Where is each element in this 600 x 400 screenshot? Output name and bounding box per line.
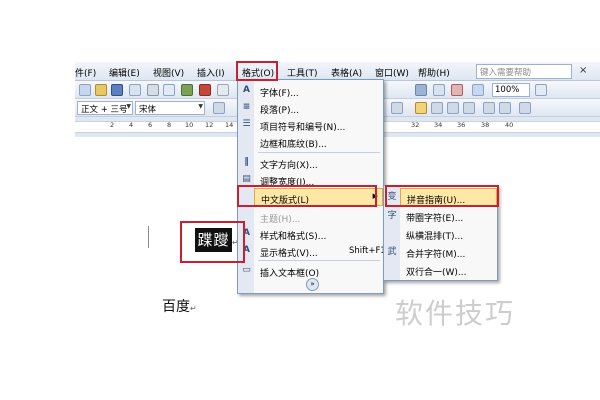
ruler-tick: 14 [225,121,234,129]
font-color-icon[interactable] [391,102,403,114]
style-value: 正文 + 三号 [81,105,128,115]
submenu-item-two-lines-in-one[interactable]: 双行合一(W)... [400,261,497,279]
menu-item-label: 项目符号和编号(N)... [260,123,346,133]
submenu-item-horizontal-in-vertical[interactable]: 纵横混排(T)... [400,225,497,243]
print-icon[interactable] [147,84,159,96]
indent-icon[interactable] [519,102,531,114]
zoom-select[interactable]: 100% [492,83,530,97]
annotation-box-asian-layout [237,185,377,207]
margin-mark [148,226,149,248]
menu-file[interactable]: 件(F) [75,66,96,79]
menu-item-bullets-numbering[interactable]: 项目符号和编号(N)... [254,116,383,134]
menu-item-label: 合并字符(M)... [406,250,466,260]
paragraph-icon: ≡ [242,102,251,112]
menu-item-theme: 主题(H)... [254,208,383,226]
shortcut-text: Shift+F1 [349,246,386,256]
menu-item-label: 文字方向(X)... [260,161,318,171]
help-icon[interactable] [535,84,547,96]
menu-item-label: 段落(P)... [260,106,300,116]
menu-view[interactable]: 视图(V) [153,66,184,79]
menu-item-reveal-formatting[interactable]: 显示格式(V)... Shift+F1 [254,242,386,260]
document-map-icon[interactable] [433,84,445,96]
annotation-box-selected-text [180,221,245,263]
show-hide-icon[interactable] [451,84,463,96]
paragraph-mark: ↵ [190,304,197,313]
menu-item-text-direction[interactable]: 文字方向(X)... [254,154,383,172]
annotation-box-phonetic-guide [385,185,499,207]
font-size-icon[interactable] [213,102,225,114]
text-direction-icon: ‖ [244,157,249,167]
chevron-down-icon: ▼ [126,103,131,110]
menu-item-label: 字体(F)... [260,89,299,99]
chevron-down-icon: ▼ [198,103,203,110]
align-right-icon[interactable] [447,102,459,114]
fit-text-icon: ▤ [242,174,251,184]
help-search-input[interactable]: 键入需要帮助 [476,64,572,79]
submenu-item-combine-characters[interactable]: 合并字符(M)... [400,243,497,261]
combine-characters-icon: 武 [387,247,397,257]
menu-item-borders-shading[interactable]: 边框和底纹(B)... [254,133,383,151]
ruler-tick: 38 [481,121,490,129]
print-preview-icon[interactable] [163,84,175,96]
font-select[interactable]: 宋体 ▼ [135,101,205,115]
menu-item-label: 显示格式(V)... [260,249,318,259]
menu-item-label: 边框和底纹(B)... [260,140,327,150]
spelling-icon[interactable] [181,84,193,96]
save-icon[interactable] [111,84,123,96]
menu-edit[interactable]: 编辑(E) [109,66,140,79]
justify-icon[interactable] [463,102,475,114]
ruler-tick: 32 [411,121,420,129]
menu-item-styles-formatting[interactable]: 样式和格式(S)... [254,225,383,243]
font-value: 宋体 [139,105,157,115]
expand-menu-icon[interactable]: » [306,278,319,291]
reading-icon[interactable] [472,84,484,96]
ruler-tick: 4 [129,121,134,129]
align-center-icon[interactable] [431,102,443,114]
ruler-tick: 2 [110,121,115,129]
watermark: 软件技巧 [395,297,516,330]
menu-separator [258,260,380,261]
ruler-tick: 8 [167,121,172,129]
submenu-item-enclose-characters[interactable]: 带圈字符(E)... [400,207,497,225]
cut-icon[interactable] [217,84,229,96]
menu-item-insert-textbox[interactable]: 插入文本框(O) [254,262,383,280]
ruler-tick: 36 [457,121,466,129]
menu-item-label: 双行合一(W)... [406,268,467,278]
document-body-text[interactable]: 百度↵ [162,296,197,316]
menu-item-label: 样式和格式(S)... [260,232,327,242]
menu-insert[interactable]: 插入(I) [197,66,225,79]
font-icon: A [243,85,250,95]
drawing-icon[interactable] [415,84,427,96]
menu-separator [258,152,380,153]
menu-table[interactable]: 表格(A) [331,66,362,79]
numbering-icon[interactable] [483,102,495,114]
menu-help[interactable]: 帮助(H) [418,66,450,79]
body-text: 百度 [162,299,190,315]
menu-item-label: 主题(H)... [260,215,301,225]
menu-item-label: 带圈字符(E)... [406,214,464,224]
ruler-tick: 12 [205,121,214,129]
menu-item-paragraph[interactable]: 段落(P)... [254,99,383,117]
menu-item-label: 纵横混排(T)... [406,232,464,242]
style-select[interactable]: 正文 + 三号 ▼ [77,101,133,115]
enclose-characters-icon: 字 [387,211,397,221]
annotation-box-format-menu [236,61,278,81]
ruler-tick: 6 [148,121,153,129]
menu-window[interactable]: 窗口(W) [375,66,409,79]
ruler-tick: 40 [505,121,514,129]
permission-icon[interactable] [129,84,141,96]
menu-item-font[interactable]: 字体(F)... [254,82,383,100]
align-left-icon[interactable] [415,102,427,114]
textbox-icon: ▭ [242,265,251,275]
ruler-tick: 10 [185,121,194,129]
close-icon[interactable]: × [579,65,587,76]
new-document-icon[interactable] [79,84,91,96]
ruler-tick: 34 [434,121,443,129]
bullets-icon: ☰ [242,119,251,129]
bullets-icon[interactable] [499,102,511,114]
research-icon[interactable] [199,84,211,96]
open-folder-icon[interactable] [95,84,107,96]
menu-tools[interactable]: 工具(T) [287,66,318,79]
